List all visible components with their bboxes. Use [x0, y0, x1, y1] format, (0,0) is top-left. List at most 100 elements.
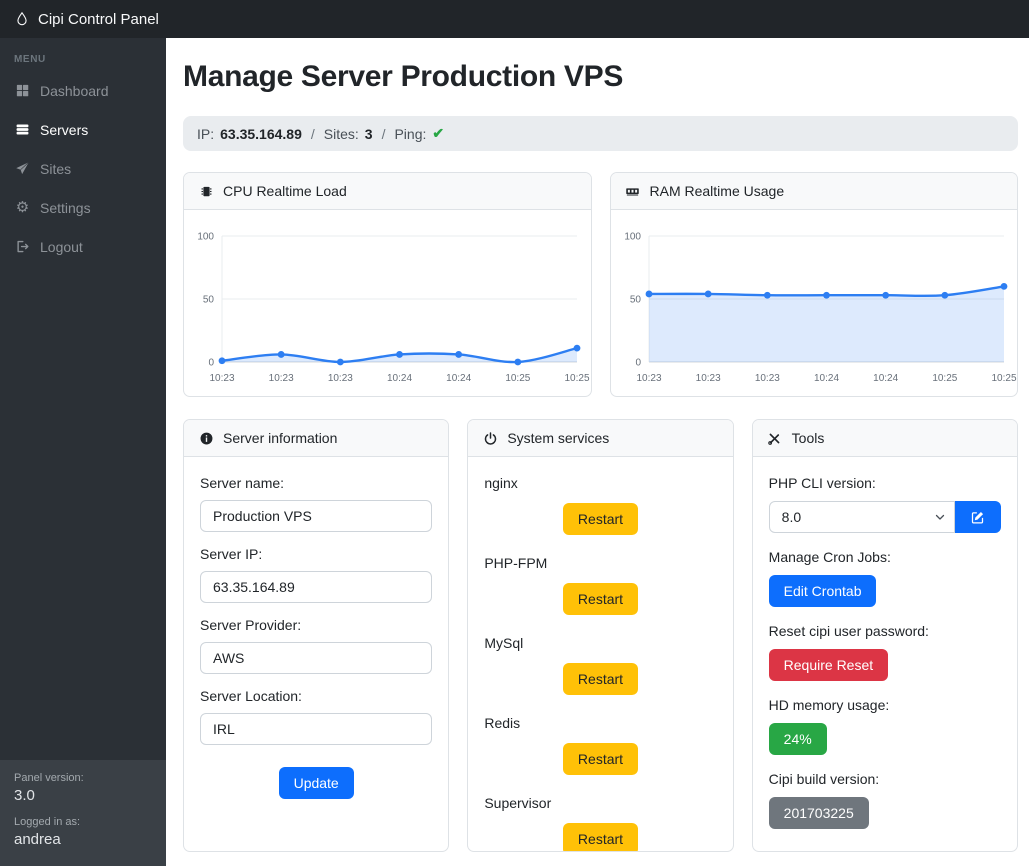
power-icon	[482, 430, 498, 446]
svg-text:10:24: 10:24	[446, 373, 471, 384]
cpu-chart: 0 50 100 10:23 10:23 10:23 10:24 10:24 10:25 10:2…	[184, 210, 591, 396]
svg-text:10:23: 10:23	[269, 373, 294, 384]
service-name-php-fpm: PHP-FPM	[484, 555, 548, 571]
microchip-icon	[198, 183, 214, 199]
server-name-label: Server name:	[200, 475, 285, 491]
sidebar-item-label: Settings	[40, 199, 91, 216]
separator: /	[310, 125, 315, 142]
svg-text:10:23: 10:23	[754, 373, 779, 384]
sites-count: 3	[364, 125, 373, 142]
server-information-card: Server information Server name: Server I…	[183, 419, 450, 852]
sidebar: MENU Dashboard Servers Sites ⚙ Settings …	[0, 38, 166, 866]
svg-text:10:24: 10:24	[387, 373, 412, 384]
service-name-nginx: nginx	[484, 475, 518, 491]
svg-text:10:25: 10:25	[505, 373, 530, 384]
menu-section-label: MENU	[14, 54, 46, 65]
sidebar-footer: Panel version: 3.0 Logged in as: andrea	[0, 760, 166, 866]
ip-value: 63.35.164.89	[220, 125, 302, 142]
top-navbar: Cipi Control Panel	[0, 0, 1029, 38]
service-name-supervisor: Supervisor	[484, 795, 552, 811]
restart-supervisor-button[interactable]: Restart	[562, 823, 639, 851]
server-provider-input[interactable]	[200, 642, 433, 674]
update-button[interactable]: Update	[278, 767, 354, 799]
server-provider-label: Server Provider:	[200, 617, 302, 633]
svg-text:50: 50	[203, 295, 215, 306]
sidebar-item-servers[interactable]: Servers	[0, 110, 166, 149]
servers-icon	[14, 121, 31, 138]
sidebar-item-settings[interactable]: ⚙ Settings	[0, 188, 166, 227]
edit-php-version-button[interactable]	[954, 501, 1001, 533]
server-location-input[interactable]	[200, 713, 433, 745]
check-icon: ✔	[432, 125, 445, 141]
svg-text:10:23: 10:23	[695, 373, 720, 384]
main-content: Manage Server Production VPS IP: 63.35.1…	[166, 38, 1029, 866]
panel-version-label: Panel version:	[14, 772, 84, 784]
tools-icon	[767, 430, 783, 446]
sidebar-item-label: Dashboard	[40, 82, 109, 99]
ram-card-title: RAM Realtime Usage	[649, 183, 785, 199]
ip-label: IP:	[197, 125, 215, 142]
cron-jobs-label: Manage Cron Jobs:	[768, 549, 891, 565]
service-name-mysql: MySql	[484, 635, 524, 651]
hd-usage-badge: 24%	[768, 723, 827, 755]
brand-title: Cipi Control Panel	[38, 10, 159, 28]
restart-php-fpm-button[interactable]: Restart	[562, 583, 639, 615]
svg-text:0: 0	[635, 358, 641, 369]
ram-card: RAM Realtime Usage 0 50 100 10:23 10:23 10:23…	[609, 172, 1018, 397]
sidebar-item-dashboard[interactable]: Dashboard	[0, 71, 166, 110]
memory-icon	[625, 183, 641, 199]
hd-memory-usage-label: HD memory usage:	[768, 697, 890, 713]
info-circle-icon	[198, 430, 214, 446]
droplet-icon	[14, 11, 30, 27]
svg-text:10:24: 10:24	[873, 373, 898, 384]
restart-nginx-button[interactable]: Restart	[562, 503, 639, 535]
svg-text:10:23: 10:23	[209, 373, 234, 384]
rocket-icon	[14, 160, 31, 177]
svg-text:50: 50	[629, 295, 641, 306]
logged-in-username: andrea	[14, 831, 61, 848]
server-location-label: Server Location:	[200, 688, 302, 704]
cpu-card: CPU Realtime Load 0 50 100 10:23 10:23 10:23 1…	[183, 172, 592, 397]
server-ip-input[interactable]	[200, 571, 433, 603]
svg-text:10:25: 10:25	[564, 373, 589, 384]
server-ip-label: Server IP:	[200, 546, 263, 562]
dashboard-icon	[14, 82, 31, 99]
tools-title: Tools	[791, 430, 825, 446]
server-name-input[interactable]	[200, 500, 433, 532]
require-reset-button[interactable]: Require Reset	[768, 649, 889, 681]
svg-text:100: 100	[197, 232, 214, 243]
svg-text:10:25: 10:25	[991, 373, 1016, 384]
separator: /	[381, 125, 386, 142]
sidebar-item-label: Sites	[40, 160, 72, 177]
panel-version-value: 3.0	[14, 787, 35, 804]
build-version-label: Cipi build version:	[768, 771, 880, 787]
system-services-title: System services	[507, 430, 610, 446]
edit-icon	[970, 510, 985, 525]
svg-text:10:25: 10:25	[932, 373, 957, 384]
edit-crontab-button[interactable]: Edit Crontab	[768, 575, 877, 607]
ram-chart: 0 50 100 10:23 10:23 10:23 10:24 10:24 10:25 10:2…	[611, 210, 1018, 396]
gear-icon: ⚙	[15, 199, 30, 216]
logged-in-label: Logged in as:	[14, 816, 81, 828]
svg-text:10:23: 10:23	[636, 373, 661, 384]
sidebar-item-sites[interactable]: Sites	[0, 149, 166, 188]
server-info-bar: IP: 63.35.164.89 / Sites: 3 / Ping: ✔	[183, 116, 1018, 151]
svg-text:100: 100	[624, 232, 641, 243]
svg-text:10:23: 10:23	[328, 373, 353, 384]
server-information-title: Server information	[223, 430, 338, 446]
tools-card: Tools PHP CLI version: 8.0 Manage Cron J…	[751, 419, 1018, 852]
brand[interactable]: Cipi Control Panel	[14, 11, 159, 28]
sidebar-item-label: Servers	[40, 121, 89, 138]
svg-text:0: 0	[208, 358, 214, 369]
sidebar-item-label: Logout	[40, 238, 83, 255]
system-services-card: System services nginx Restart PHP-FPM Re…	[467, 419, 734, 852]
service-name-redis: Redis	[484, 715, 521, 731]
svg-text:10:24: 10:24	[813, 373, 838, 384]
restart-redis-button[interactable]: Restart	[562, 743, 639, 775]
cpu-card-title: CPU Realtime Load	[223, 183, 347, 199]
sidebar-item-logout[interactable]: Logout	[0, 227, 166, 266]
page-title: Manage Server Production VPS	[183, 60, 624, 93]
sites-label: Sites:	[323, 125, 359, 142]
restart-mysql-button[interactable]: Restart	[562, 663, 639, 695]
php-version-select[interactable]: 8.0	[768, 501, 955, 533]
